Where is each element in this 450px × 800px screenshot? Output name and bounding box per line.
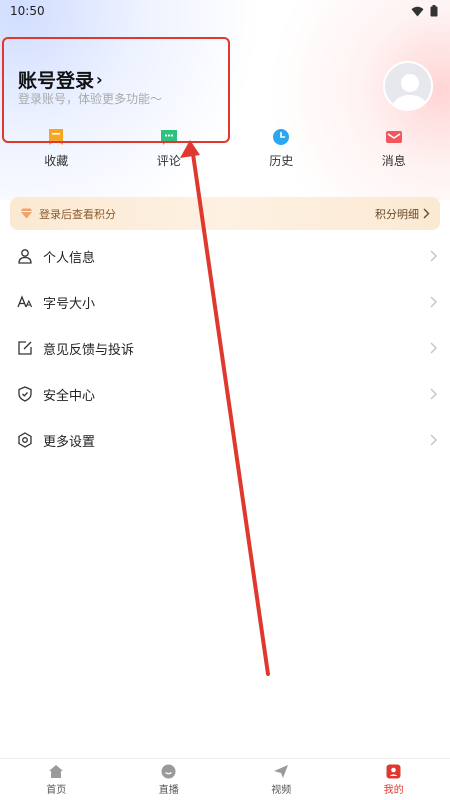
font-size-icon <box>17 294 33 310</box>
tab-mine[interactable]: 我的 <box>338 759 450 800</box>
battery-icon <box>430 5 438 17</box>
settings-icon <box>17 432 33 448</box>
quick-action-history[interactable]: 历史 <box>225 128 338 180</box>
login-subtitle: 登录账号，体验更多功能～ <box>18 92 163 106</box>
menu-item-label: 字号大小 <box>43 296 96 312</box>
points-detail-link[interactable]: 积分明细 <box>375 206 430 222</box>
menu-item-more-settings[interactable]: 更多设置 <box>0 417 450 463</box>
quick-action-label: 消息 <box>381 154 406 168</box>
chevron-right-icon <box>430 296 437 308</box>
chevron-right-icon <box>430 342 437 354</box>
points-banner[interactable]: 登录后查看积分 积分明细 <box>10 197 440 230</box>
login-entry[interactable]: 账号登录 › 登录账号，体验更多功能～ <box>6 38 228 142</box>
live-icon <box>161 764 176 778</box>
menu-item-label: 个人信息 <box>43 250 96 266</box>
login-title-text: 账号登录 <box>18 70 95 92</box>
mail-icon <box>385 131 402 143</box>
menu-item-label: 更多设置 <box>43 434 96 450</box>
feedback-icon <box>17 340 33 356</box>
chevron-right-icon <box>430 388 437 400</box>
chevron-right-icon <box>423 208 430 219</box>
menu-item-personal-info[interactable]: 个人信息 <box>0 233 450 279</box>
tab-label: 我的 <box>383 784 404 796</box>
tab-home[interactable]: 首页 <box>0 759 113 800</box>
status-bar: 10:50 <box>0 0 450 22</box>
quick-action-favorites[interactable]: 收藏 <box>0 128 113 180</box>
chevron-right-icon: › <box>96 70 103 89</box>
tab-live[interactable]: 直播 <box>113 759 226 800</box>
settings-menu: 个人信息 字号大小 意见反馈与投诉 安全中心 更多设置 <box>0 233 450 463</box>
menu-item-font-size[interactable]: 字号大小 <box>0 279 450 325</box>
diamond-icon <box>20 208 33 219</box>
login-title[interactable]: 账号登录 › <box>18 66 103 93</box>
menu-item-feedback[interactable]: 意见反馈与投诉 <box>0 325 450 371</box>
menu-item-label: 安全中心 <box>43 388 96 404</box>
chevron-right-icon <box>430 434 437 446</box>
quick-action-messages[interactable]: 消息 <box>338 128 450 180</box>
points-left: 登录后查看积分 <box>20 206 116 222</box>
clock-icon <box>273 129 290 145</box>
quick-action-label: 评论 <box>156 154 181 168</box>
points-detail-label: 积分明细 <box>375 207 419 221</box>
status-time: 10:50 <box>10 4 45 18</box>
points-login-hint: 登录后查看积分 <box>39 207 116 221</box>
status-icons <box>411 5 438 17</box>
comment-icon <box>160 130 177 145</box>
profile-icon <box>386 764 401 778</box>
menu-item-label: 意见反馈与投诉 <box>43 342 135 358</box>
user-icon <box>17 248 33 264</box>
quick-action-label: 收藏 <box>44 154 69 168</box>
bottom-tab-bar: 首页 直播 视频 我的 <box>0 758 450 800</box>
tab-label: 首页 <box>46 784 67 796</box>
tab-label: 直播 <box>158 784 179 796</box>
quick-action-label: 历史 <box>269 154 294 168</box>
quick-actions: 收藏 评论 历史 消息 <box>0 128 450 180</box>
menu-item-security[interactable]: 安全中心 <box>0 371 450 417</box>
avatar[interactable] <box>383 61 433 111</box>
tab-video[interactable]: 视频 <box>225 759 338 800</box>
tab-label: 视频 <box>271 784 292 796</box>
home-icon <box>49 764 64 778</box>
video-icon <box>274 764 289 778</box>
bookmark-icon <box>49 129 64 145</box>
chevron-right-icon <box>430 250 437 262</box>
wifi-icon <box>411 6 424 16</box>
quick-action-comments[interactable]: 评论 <box>113 128 226 180</box>
shield-icon <box>17 386 33 402</box>
